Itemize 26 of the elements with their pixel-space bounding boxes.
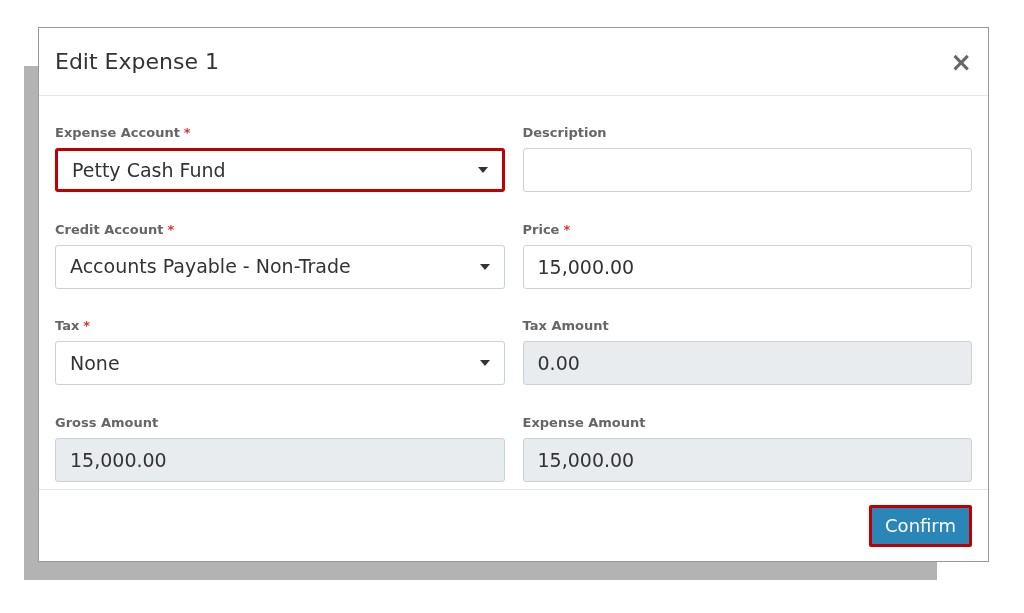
- caret-icon: [479, 263, 490, 270]
- required-mark: *: [167, 220, 175, 239]
- required-mark: *: [83, 317, 91, 335]
- readonly-field[interactable]: 15,000.00: [522, 437, 972, 482]
- field-label: Expense Amount: [522, 413, 646, 432]
- select-field[interactable]: Accounts Payable - Non-Trade: [55, 244, 505, 289]
- input-field[interactable]: [522, 148, 972, 192]
- close-button[interactable]: ×: [950, 48, 972, 75]
- field-label: Description: [522, 124, 607, 142]
- dialog-title: Edit Expense 1: [55, 48, 219, 76]
- field-label: Expense Account: [55, 124, 180, 142]
- caret-icon: [477, 167, 488, 173]
- readonly-field[interactable]: 15,000.00: [55, 437, 505, 482]
- required-mark: *: [183, 124, 191, 142]
- select-field[interactable]: None: [55, 341, 505, 385]
- required-mark: *: [563, 220, 571, 239]
- readonly-field[interactable]: 0.00: [522, 341, 972, 385]
- confirm-button[interactable]: Confirm: [869, 504, 972, 547]
- input-field[interactable]: 15,000.00: [522, 244, 972, 289]
- field-label: Price: [522, 220, 560, 239]
- field-label: Tax Amount: [522, 317, 609, 335]
- select-field[interactable]: Petty Cash Fund: [55, 148, 505, 192]
- caret-icon: [479, 360, 490, 366]
- field-label: Gross Amount: [55, 413, 159, 432]
- field-label: Tax: [55, 317, 80, 335]
- field-label: Credit Account: [55, 220, 164, 239]
